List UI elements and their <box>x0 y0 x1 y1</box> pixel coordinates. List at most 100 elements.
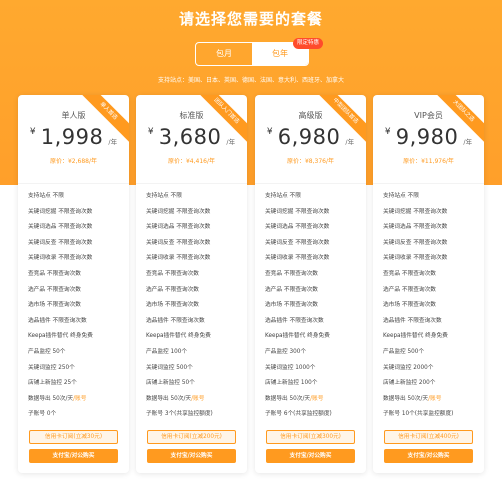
feature-item: 选市场 不限查询次数 <box>146 302 199 309</box>
feature-item: Keepa插件替代 终身免费 <box>146 333 211 340</box>
plan-name: 标准版 <box>179 111 204 120</box>
feature-item: Keepa插件替代 终身免费 <box>265 333 330 340</box>
feature-item: 产品监控 500个 <box>383 348 425 355</box>
feature-list: 支持站点 不限 关键词挖掘 不限查询次数 关键词选品 不限查询次数 关键词反查 不限查… <box>146 189 244 423</box>
original-price: 原价：¥11,976/年 <box>403 158 454 165</box>
currency-symbol: ¥ <box>147 127 154 137</box>
alipay-purchase-button[interactable]: 支付宝/对公购买 <box>266 449 355 463</box>
price-unit: /年 <box>108 138 118 146</box>
plan-header: 团队入门首选 标准版 ¥ 3,680 /年 原价：¥4,416/年 <box>136 95 247 184</box>
feature-item: 店铺上新监控 200个 <box>383 380 436 387</box>
plan-cards: 单人首选 单人版 ¥ 1,998 /年 原价：¥2,688/年 支持站点 不限关… <box>18 95 484 473</box>
feature-item: 支持站点 不限 <box>28 193 64 199</box>
price-unit: /年 <box>463 138 473 146</box>
feature-item: 选品插件 不限查询次数 <box>265 317 324 324</box>
feature-item: 查竞品 不限查询次数 <box>265 270 318 277</box>
price-value: 6,980 <box>277 125 341 149</box>
feature-item: Keepa插件替代 终身免费 <box>28 333 93 340</box>
feature-item: 支持站点 不限 <box>383 193 419 199</box>
price-unit: /年 <box>226 138 236 146</box>
feature-item: 关键词选品 不限查询次数 <box>28 224 93 231</box>
feature-item: 产品监控 300个 <box>265 348 307 355</box>
feature-list: 支持站点 不限 关键词挖掘 不限查询次数 关键词选品 不限查询次数 关键词反查 不限查… <box>383 189 481 423</box>
plan-card-advanced: 中型团队首选 高级版 ¥ 6,980 /年 原价：¥8,376/年 支持站点 不… <box>255 95 366 473</box>
plan-header: 中型团队首选 高级版 ¥ 6,980 /年 原价：¥8,376/年 <box>255 95 366 184</box>
feature-item: 选市场 不限查询次数 <box>383 302 436 309</box>
feature-item: 选产品 不限查询次数 <box>28 286 81 293</box>
feature-item: 关键词反查 不限查询次数 <box>265 239 330 246</box>
credit-card-subscribe-button[interactable]: 信用卡订阅(立减30元) <box>29 430 118 444</box>
feature-item: 支持站点 不限 <box>265 193 301 199</box>
feature-highlight: /账号 <box>191 395 205 402</box>
feature-item: 关键词挖掘 不限查询次数 <box>265 208 330 215</box>
plan-name: 单人版 <box>61 111 86 120</box>
price-unit: /年 <box>345 138 355 146</box>
feature-item: 子账号 10个(共享监控额度) <box>383 411 454 418</box>
currency-symbol: ¥ <box>384 127 391 137</box>
plan-card-vip: 大团队之选 VIP会员 ¥ 9,980 /年 原价：¥11,976/年 支持站点… <box>373 95 484 473</box>
credit-card-subscribe-button[interactable]: 信用卡订阅(立减200元) <box>147 430 236 444</box>
feature-highlight: /账号 <box>428 395 442 402</box>
feature-item: 关键词选品 不限查询次数 <box>265 224 330 231</box>
feature-item: 关键词监控 250个 <box>28 364 75 371</box>
alipay-purchase-button[interactable]: 支付宝/对公购买 <box>147 449 236 463</box>
feature-item: 店铺上新监控 25个 <box>28 380 77 387</box>
currency-symbol: ¥ <box>29 127 36 137</box>
feature-item: 关键词反查 不限查询次数 <box>146 239 211 246</box>
plan-price: ¥ 1,998 /年 <box>18 125 129 149</box>
feature-item: 查竞品 不限查询次数 <box>383 270 436 277</box>
plan-header: 大团队之选 VIP会员 ¥ 9,980 /年 原价：¥11,976/年 <box>373 95 484 184</box>
feature-item: 店铺上新监控 100个 <box>265 380 318 387</box>
feature-item: 选产品 不限查询次数 <box>265 286 318 293</box>
credit-card-subscribe-button[interactable]: 信用卡订阅(立减400元) <box>384 430 473 444</box>
feature-item: 产品监控 100个 <box>146 348 188 355</box>
feature-item: 数据导出 50次/天/账号 <box>146 395 205 402</box>
feature-item: 支持站点 不限 <box>146 193 182 199</box>
feature-item: 数据导出 50次/天/账号 <box>265 395 324 402</box>
plan-price: ¥ 6,980 /年 <box>255 125 366 149</box>
original-price: 原价：¥8,376/年 <box>286 158 335 165</box>
feature-item: 关键词反查 不限查询次数 <box>383 239 448 246</box>
feature-item: 关键词监控 2000个 <box>383 364 434 371</box>
feature-list: 支持站点 不限关键词挖掘 不限查询次数 关键词选品 不限查询次数 关键词反查 不限查… <box>265 189 363 423</box>
feature-item: 选品插件 不限查询次数 <box>28 317 87 324</box>
billing-toggle[interactable]: 包月 包年 <box>195 42 309 66</box>
feature-item: 关键词选品 不限查询次数 <box>146 224 211 231</box>
plan-price: ¥ 3,680 /年 <box>136 125 247 149</box>
feature-item: 选市场 不限查询次数 <box>28 302 81 309</box>
page-title: 请选择您需要的套餐 <box>178 10 323 28</box>
original-price: 原价：¥4,416/年 <box>167 158 216 165</box>
feature-item: 子账号 3个(共享监控额度) <box>146 411 213 418</box>
feature-item: 选产品 不限查询次数 <box>146 286 199 293</box>
credit-card-subscribe-button[interactable]: 信用卡订阅(立减300元) <box>266 430 355 444</box>
feature-list: 支持站点 不限 关键词挖掘 不限查询次数 关键词选品 不限查询次数 关键词反查 不限查… <box>28 189 126 423</box>
feature-item: 关键词挖掘 不限查询次数 <box>383 208 448 215</box>
feature-item: 关键词监控 500个 <box>146 364 193 371</box>
feature-item: 子账号 6个(共享监控额度) <box>265 411 332 418</box>
feature-item: 店铺上新监控 50个 <box>146 380 195 387</box>
plan-card-standard: 团队入门首选 标准版 ¥ 3,680 /年 原价：¥4,416/年 支持站点 不… <box>136 95 247 473</box>
feature-item: 选产品 不限查询次数 <box>383 286 436 293</box>
price-value: 3,680 <box>158 125 222 149</box>
alipay-purchase-button[interactable]: 支付宝/对公购买 <box>384 449 473 463</box>
feature-item: 关键词反查 不限查询次数 <box>28 239 93 246</box>
feature-item: 子账号 0个 <box>28 411 57 418</box>
feature-item: 选品插件 不限查询次数 <box>146 317 205 324</box>
original-price: 原价：¥2,688/年 <box>49 158 98 165</box>
plan-header: 单人首选 单人版 ¥ 1,998 /年 原价：¥2,688/年 <box>18 95 129 184</box>
feature-item: 数据导出 50次/天/账号 <box>383 395 442 402</box>
plan-name: 高级版 <box>298 111 323 120</box>
feature-item: 选市场 不限查询次数 <box>265 302 318 309</box>
alipay-purchase-button[interactable]: 支付宝/对公购买 <box>29 449 118 463</box>
plan-price: ¥ 9,980 /年 <box>373 125 484 149</box>
supported-sites: 支持站点：美国、日本、英国、德国、法国、意大利、西班牙、加拿大 <box>157 77 344 84</box>
feature-item: 数据导出 50次/天/账号 <box>28 395 87 402</box>
feature-item: 产品监控 50个 <box>28 348 66 355</box>
feature-item: 选品插件 不限查询次数 <box>383 317 442 324</box>
price-value: 1,998 <box>40 125 104 149</box>
plan-card-single: 单人首选 单人版 ¥ 1,998 /年 原价：¥2,688/年 支持站点 不限关… <box>18 95 129 473</box>
feature-item: 关键词收录 不限查询次数 <box>28 255 93 262</box>
toggle-monthly[interactable]: 包月 <box>196 43 252 65</box>
feature-highlight: /账号 <box>310 395 324 402</box>
feature-item: 查竞品 不限查询次数 <box>28 270 81 277</box>
